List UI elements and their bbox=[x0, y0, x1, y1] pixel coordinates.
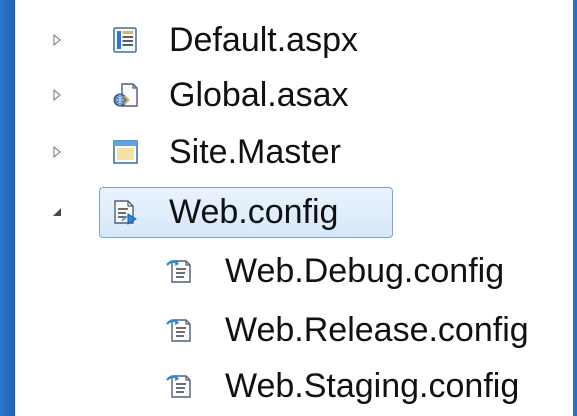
right-window-frame bbox=[573, 0, 577, 416]
expand-arrow-icon[interactable] bbox=[49, 32, 65, 48]
tree-item-label: Web.Debug.config bbox=[225, 252, 505, 290]
tree-item-label: Global.asax bbox=[169, 76, 349, 114]
tree-item-label: Web.Release.config bbox=[225, 311, 529, 349]
config-transform-icon bbox=[165, 315, 195, 345]
global-asax-icon bbox=[110, 80, 140, 110]
expand-arrow-icon[interactable] bbox=[49, 87, 65, 103]
tree-item-label: Default.aspx bbox=[169, 21, 358, 59]
master-page-icon bbox=[110, 137, 140, 167]
config-transform-icon bbox=[165, 371, 195, 401]
tree-item-label: Web.Staging.config bbox=[225, 367, 520, 405]
tree-item-label: Site.Master bbox=[169, 133, 341, 171]
config-transform-icon bbox=[165, 256, 195, 286]
solution-explorer-viewport: Default.aspx Global.asax Site.Master Web… bbox=[0, 0, 577, 416]
solution-explorer-tree-panel: Default.aspx Global.asax Site.Master Web… bbox=[15, 0, 573, 416]
collapse-arrow-icon[interactable] bbox=[49, 204, 65, 220]
project-file-tree: Default.aspx Global.asax Site.Master Web… bbox=[15, 0, 573, 416]
aspx-page-icon bbox=[110, 25, 140, 55]
web-config-icon bbox=[110, 197, 140, 227]
expand-arrow-icon[interactable] bbox=[49, 144, 65, 160]
tree-item-label: Web.config bbox=[169, 193, 339, 231]
left-window-frame bbox=[0, 0, 15, 416]
